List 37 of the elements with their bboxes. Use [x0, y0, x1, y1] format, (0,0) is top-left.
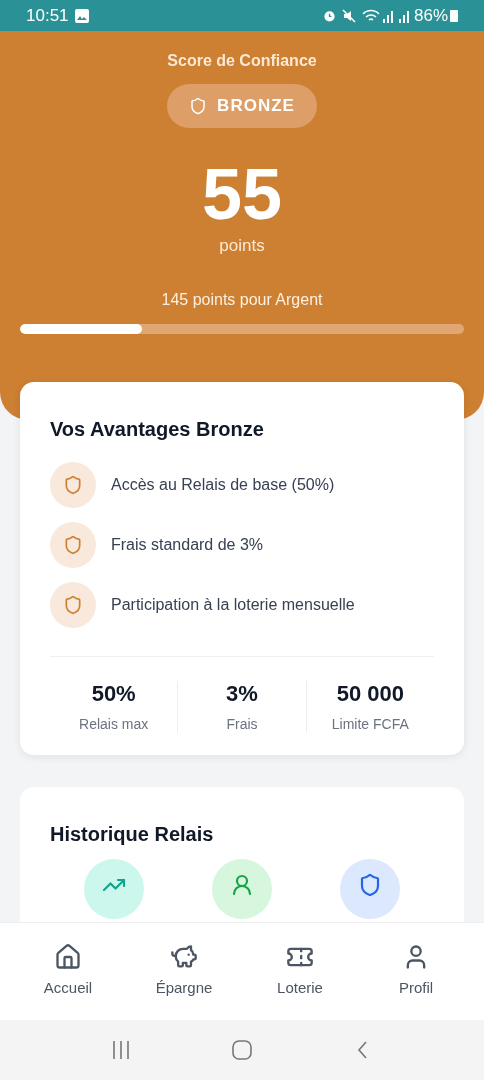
- signal-icon: [381, 8, 394, 23]
- stat-label: Relais max: [79, 715, 149, 733]
- shield-icon: [63, 475, 83, 495]
- nav-tab[interactable]: Épargne: [134, 943, 234, 1000]
- wifi-icon: [361, 8, 380, 23]
- nav-tab[interactable]: Profil: [366, 943, 466, 1000]
- benefit-text: Accès au Relais de base (50%): [111, 475, 335, 495]
- battery-icon: [450, 9, 458, 22]
- benefit-text: Participation à la loterie mensuelle: [111, 595, 355, 615]
- shield-icon: [63, 595, 83, 615]
- image-icon: [74, 8, 89, 23]
- mute-icon: [341, 8, 356, 23]
- score-value: 55: [201, 156, 283, 232]
- card-title: Historique Relais: [50, 822, 215, 847]
- nav-tab[interactable]: Loterie: [250, 943, 350, 1000]
- shield-icon: [358, 873, 382, 897]
- tier-badge: BRONZE: [167, 84, 317, 128]
- stat-label: Frais: [226, 715, 258, 733]
- shield-icon: [63, 535, 83, 555]
- header-title: Score de Confiance: [167, 52, 317, 70]
- stat-value: 50 000: [336, 681, 404, 707]
- home-icon: [54, 943, 82, 972]
- card-title: Vos Avantages Bronze: [50, 417, 265, 442]
- stat-value: 3%: [226, 681, 258, 707]
- score-unit: points: [219, 236, 265, 256]
- benefit-text: Frais standard de 3%: [111, 535, 264, 555]
- shield-icon: [189, 97, 208, 115]
- user-icon: [230, 873, 254, 897]
- home-button-icon[interactable]: [231, 1039, 253, 1061]
- signal-icon: [397, 8, 410, 23]
- next-tier-text: 145 points pour Argent: [161, 291, 323, 309]
- stat-value: 50%: [91, 681, 136, 707]
- nav-tab[interactable]: Accueil: [18, 943, 118, 1000]
- stat-label: Limite FCFA: [331, 715, 409, 733]
- battery-level: 86%: [413, 4, 448, 27]
- alarm-icon: [322, 9, 336, 22]
- clock: 10:51: [26, 4, 69, 27]
